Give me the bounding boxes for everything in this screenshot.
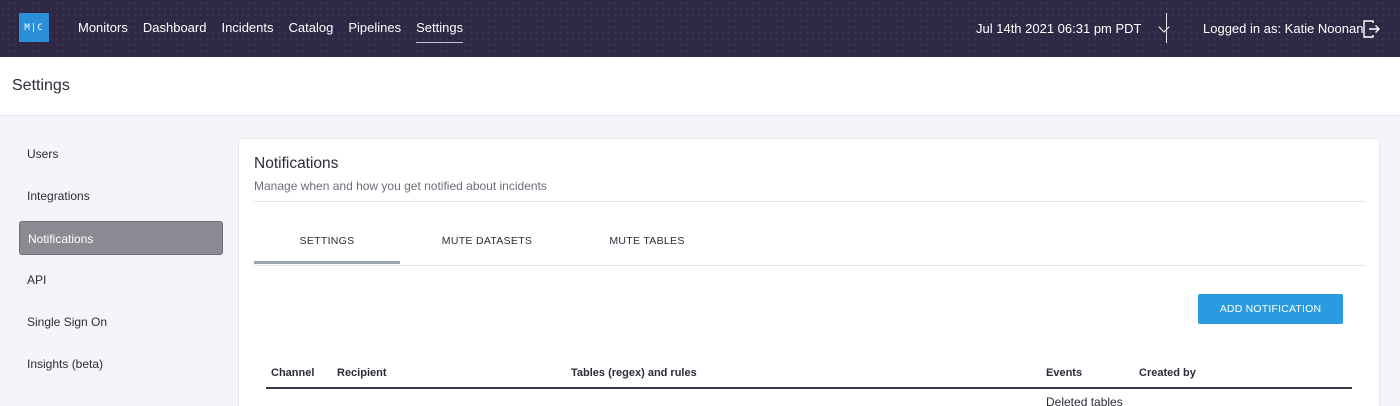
sidebar-item-integrations[interactable]: Integrations <box>19 179 223 213</box>
nav-dashboard[interactable]: Dashboard <box>143 0 207 57</box>
nav-incidents[interactable]: Incidents <box>221 0 273 57</box>
top-navigation-bar: M|C Monitors Dashboard Incidents Catalog… <box>0 0 1400 57</box>
sidebar-item-users[interactable]: Users <box>19 137 223 171</box>
app-logo[interactable]: M|C <box>19 13 49 42</box>
column-header-channel[interactable]: Channel <box>271 367 314 379</box>
date-label: Jul 14th 2021 06:31 pm PDT <box>976 21 1142 36</box>
page-title: Settings <box>12 77 70 94</box>
sidebar-item-notifications[interactable]: Notifications <box>19 221 223 255</box>
nav-catalog[interactable]: Catalog <box>289 0 334 57</box>
column-header-tables[interactable]: Tables (regex) and rules <box>571 367 697 379</box>
tab-settings[interactable]: SETTINGS <box>254 222 400 264</box>
sidebar-item-insights[interactable]: Insights (beta) <box>19 347 223 381</box>
notifications-card: Notifications Manage when and how you ge… <box>238 138 1380 406</box>
page-header: Settings <box>0 57 1400 116</box>
date-selector[interactable]: Jul 14th 2021 06:31 pm PDT <box>976 0 1170 57</box>
sidebar-item-single-sign-on[interactable]: Single Sign On <box>19 305 223 339</box>
tab-mute-datasets[interactable]: MUTE DATASETS <box>422 222 552 264</box>
tab-bar: SETTINGS MUTE DATASETS MUTE TABLES <box>254 222 1366 266</box>
tab-mute-tables[interactable]: MUTE TABLES <box>594 222 700 264</box>
column-header-created-by[interactable]: Created by <box>1139 367 1196 379</box>
divider <box>254 201 1366 202</box>
main-nav: Monitors Dashboard Incidents Catalog Pip… <box>78 0 478 57</box>
divider <box>1166 13 1167 43</box>
nav-pipelines[interactable]: Pipelines <box>348 0 401 57</box>
card-title: Notifications <box>254 155 339 172</box>
cell-events: Deleted tables <box>1046 395 1123 406</box>
add-notification-button[interactable]: ADD NOTIFICATION <box>1198 294 1343 324</box>
table-header-divider <box>266 387 1352 389</box>
column-header-events[interactable]: Events <box>1046 367 1082 379</box>
chevron-down-icon <box>1157 20 1170 33</box>
sidebar-item-api[interactable]: API <box>19 263 223 297</box>
card-subtitle: Manage when and how you get notified abo… <box>254 179 547 193</box>
column-header-recipient[interactable]: Recipient <box>337 367 387 379</box>
nav-settings[interactable]: Settings <box>416 0 463 57</box>
logo-text: M|C <box>24 22 44 33</box>
logged-in-user: Logged in as: Katie Noonan <box>1203 21 1364 36</box>
nav-monitors[interactable]: Monitors <box>78 0 128 57</box>
logout-icon[interactable] <box>1362 19 1380 39</box>
